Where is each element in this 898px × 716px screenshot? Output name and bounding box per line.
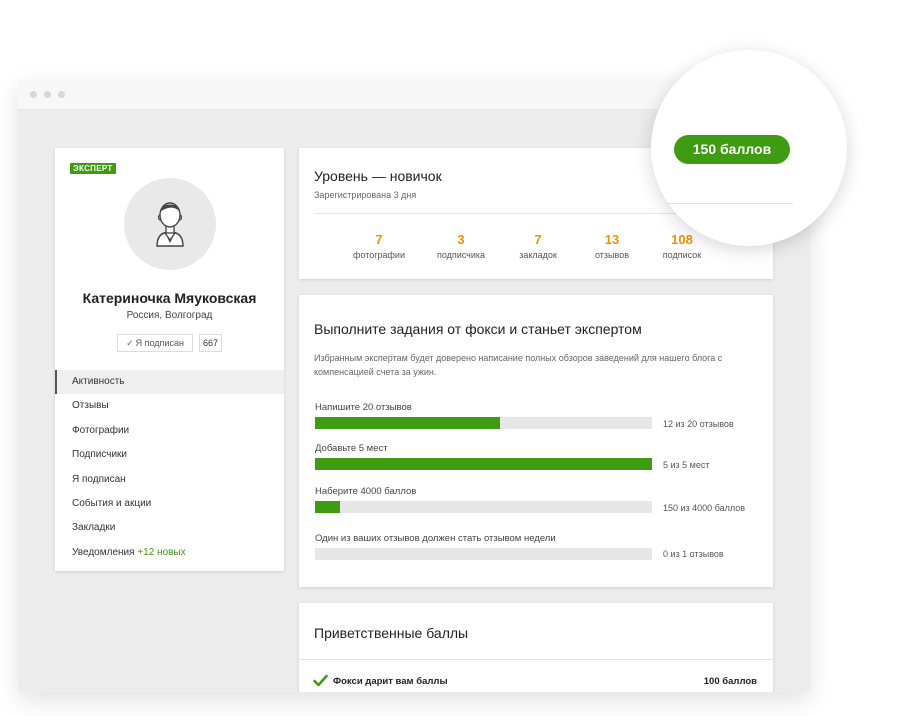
window-dot-icon <box>44 91 51 98</box>
checkmark-icon: ✓ <box>126 338 134 348</box>
welcome-item-points: 100 баллов <box>703 676 757 687</box>
task-progress-bar <box>315 458 652 470</box>
task-progress-fill <box>315 458 652 470</box>
profile-nav: Активность Отзывы Фотографии Подписчики … <box>55 370 284 565</box>
window-dot-icon <box>30 91 37 98</box>
subscribe-button[interactable]: ✓ Я подписан <box>117 334 193 352</box>
nav-item-bookmarks[interactable]: Закладки <box>55 516 284 540</box>
task-progress-text: 0 из 1 отзывов <box>663 549 724 559</box>
task-progress-bar <box>315 548 652 560</box>
welcome-item-label: Фокси дарит вам баллы <box>333 676 448 687</box>
nav-item-label: Уведомления <box>72 546 135 558</box>
task-progress-fill <box>315 417 501 429</box>
divider <box>651 203 793 204</box>
tasks-title: Выполните задания от фокси и станьет экс… <box>314 321 642 337</box>
task-progress-text: 5 из 5 мест <box>663 460 710 470</box>
task-label: Напишите 20 отзывов <box>315 402 412 413</box>
task-label: Наберите 4000 баллов <box>315 486 417 497</box>
task-progress-text: 12 из 20 отзывов <box>663 419 734 429</box>
expert-badge: ЭКСПЕРТ <box>70 163 116 174</box>
profile-name: Катериночка Мяуковская <box>82 290 257 306</box>
stat-label: подписок <box>662 250 702 260</box>
points-magnifier: 150 баллов <box>651 50 847 246</box>
nav-item-reviews[interactable]: Отзывы <box>55 394 284 418</box>
nav-item-activity[interactable]: Активность <box>55 370 284 395</box>
tasks-card: Выполните задания от фокси и станьет экс… <box>299 295 773 587</box>
subscribe-label: Я подписан <box>135 338 184 348</box>
nav-item-notifications[interactable]: Уведомления +12 новых <box>55 541 284 565</box>
nav-item-subscriptions[interactable]: Я подписан <box>55 468 284 492</box>
level-title: Уровень — новичок <box>314 168 442 184</box>
nav-item-subscribers[interactable]: Подписчики <box>55 443 284 467</box>
task-progress-fill <box>315 501 341 513</box>
welcome-points-card: Приветственные баллы Фокси дарит вам бал… <box>299 603 773 692</box>
notifications-new-count: +12 новых <box>137 546 186 558</box>
checkmark-icon <box>313 674 328 687</box>
task-label: Добавьте 5 мест <box>315 443 388 454</box>
stat-photos[interactable]: 7 фотографии <box>334 232 424 260</box>
task-progress-bar <box>315 417 652 429</box>
user-avatar-icon <box>156 202 184 247</box>
task-progress-text: 150 из 4000 баллов <box>663 503 746 513</box>
avatar[interactable] <box>124 178 216 270</box>
divider <box>299 659 773 660</box>
profile-location: Россия, Волгоград <box>126 310 213 321</box>
welcome-title: Приветственные баллы <box>314 625 469 641</box>
tasks-description: Избранным экспертам будет доверено напис… <box>314 353 723 377</box>
task-label: Один из ваших отзывов должен стать отзыв… <box>315 533 556 544</box>
nav-item-events[interactable]: События и акции <box>55 492 284 516</box>
points-badge[interactable]: 150 баллов <box>674 135 790 164</box>
window-dot-icon <box>58 91 65 98</box>
stat-value: 7 <box>375 232 383 247</box>
profile-card: ЭКСПЕРТ Катериночка Мяуковская Россия, В… <box>55 148 284 571</box>
nav-item-photos[interactable]: Фотографии <box>55 419 284 443</box>
registration-info: Зарегистрирована 3 дня <box>314 190 417 200</box>
stat-label: фотографии <box>353 250 405 260</box>
task-progress-bar <box>315 501 652 513</box>
subscribers-count[interactable]: 667 <box>199 334 222 352</box>
